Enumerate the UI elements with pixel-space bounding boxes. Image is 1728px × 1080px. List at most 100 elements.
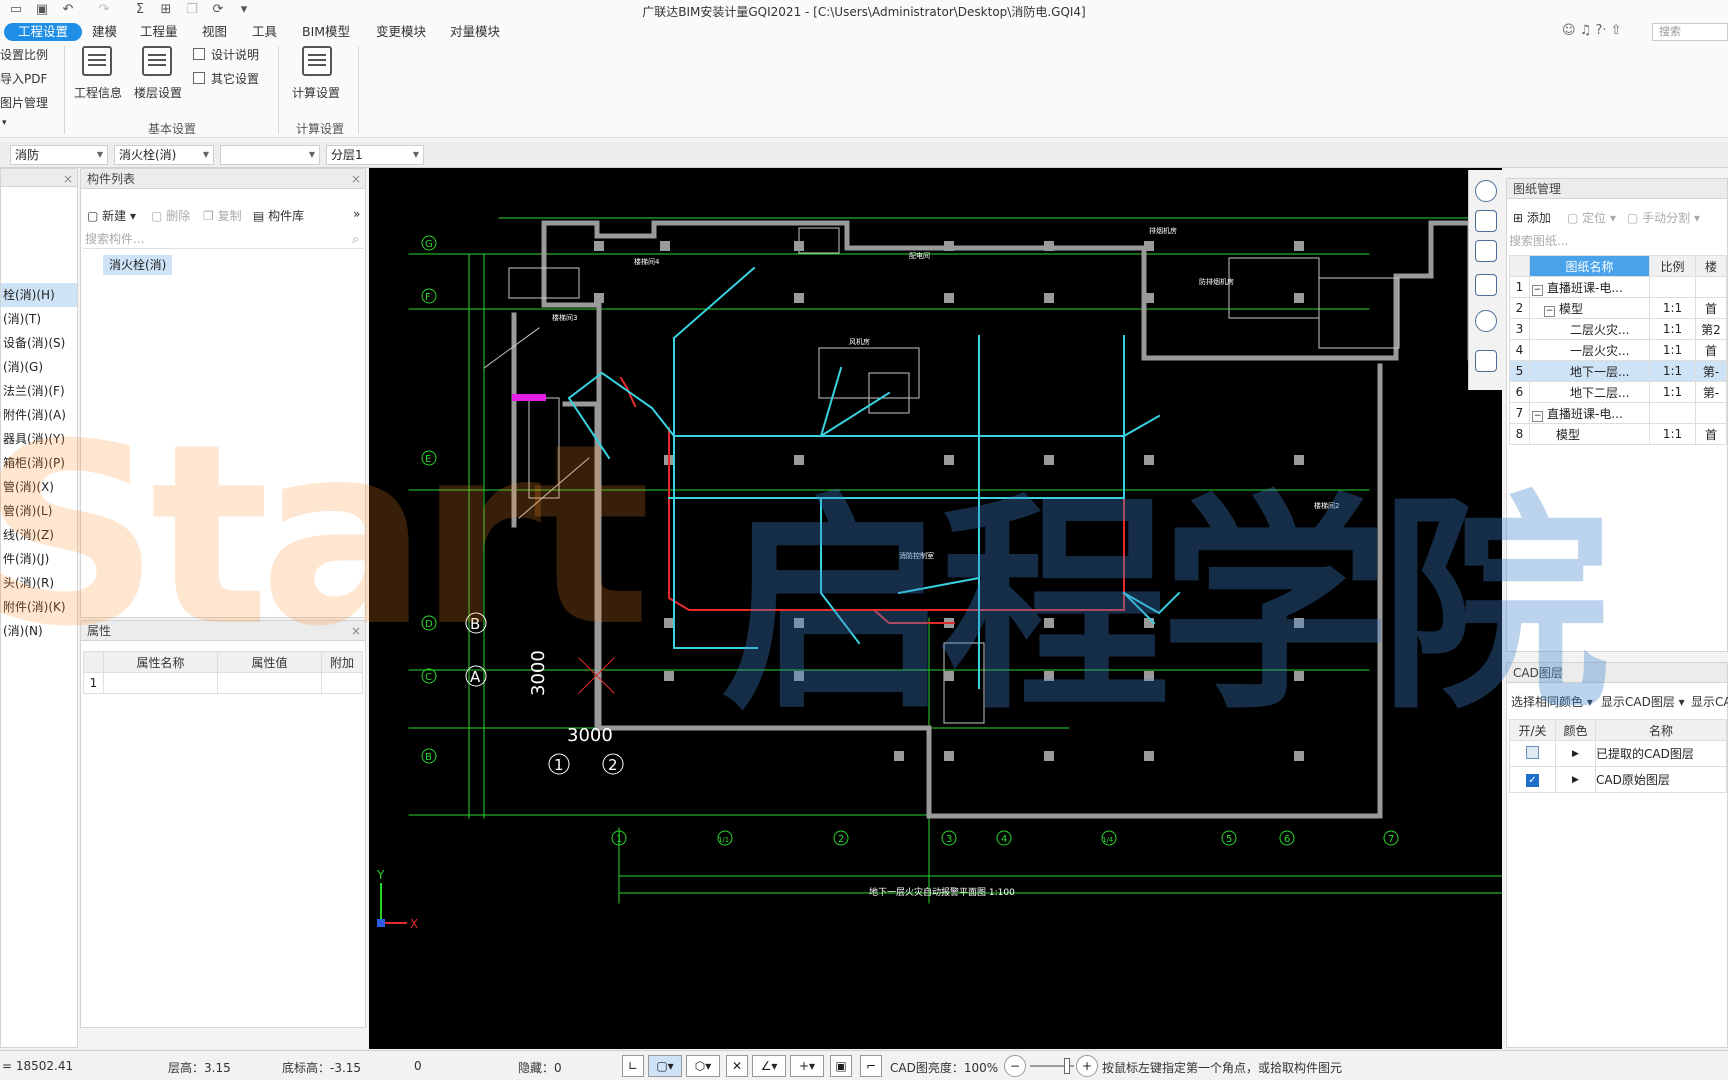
zoom-in-icon[interactable]: + [1076,1055,1098,1077]
nav-tree-item[interactable]: (消)(T) [1,307,77,331]
cross-icon[interactable]: ✕ [726,1055,748,1077]
prop-value-cell[interactable] [217,672,322,694]
nav-tree-item[interactable]: 附件(消)(K) [1,595,77,619]
layer-select[interactable]: 分层1 ▼ [326,145,424,165]
snap-icon[interactable]: +▾ [790,1055,824,1077]
drawing-row[interactable]: 1− 直播班课-电... [1509,276,1727,298]
cad-layers-panel: CAD图层 选择相同颜色 ▾ 显示CAD图层 ▾ 显示CA 开/关 颜色 名称 ▶ … [1506,662,1728,1048]
drawing-row-number: 4 [1509,339,1530,361]
set-scale-button[interactable]: 设置比例 [0,46,48,63]
new-component-button[interactable]: ▢ 新建 ▾ [87,207,136,224]
engineering-info-button[interactable]: 工程信息 [74,46,124,102]
nav-tree-item[interactable]: 器具(消)(Y) [1,427,77,451]
nav-tree-item[interactable]: (消)(N) [1,619,77,643]
drawing-row[interactable]: 7− 直播班课-电... [1509,402,1727,424]
component-item[interactable]: 消火栓(消) [103,255,173,275]
3d-view-icon[interactable] [1475,210,1497,232]
calc-settings-button[interactable]: 计算设置 [290,46,346,102]
close-icon[interactable]: × [351,169,361,189]
locate-drawing-button[interactable]: ▢ 定位 ▾ [1567,209,1616,226]
split-drawing-button[interactable]: ▢ 手动分割 ▾ [1627,209,1700,226]
room-label: 消防控制室 [899,551,934,560]
rotate-icon[interactable] [1475,310,1497,332]
orbit-icon[interactable] [1475,180,1497,202]
collapse-icon[interactable]: − [1532,284,1543,296]
expand-icon[interactable]: ▶ [1555,740,1596,767]
ortho-icon[interactable]: ∟ [622,1055,644,1077]
brightness-slider-thumb[interactable] [1064,1058,1070,1074]
display-icon[interactable]: ▣ [830,1055,852,1077]
chevron-down-icon: ▼ [96,150,103,159]
image-manage-button[interactable]: 图片管理 [0,94,48,111]
nav-tree-item[interactable]: 栓(消)(H) [1,283,77,307]
cube-view-icon[interactable] [1475,240,1497,262]
menu-quantity[interactable]: 工程量 [140,23,178,41]
nav-tree-item[interactable]: 管(消)(L) [1,499,77,523]
drawing-row[interactable]: 4 一层火灾... 1:1 首 [1509,339,1727,361]
add-drawing-button[interactable]: ⊞ 添加 [1513,209,1551,226]
collapse-icon[interactable]: − [1544,305,1555,317]
prop-name-cell[interactable] [103,672,218,694]
layer-checkbox[interactable] [1526,745,1539,759]
discipline-select[interactable]: 消防 ▼ [10,145,108,165]
menu-modeling[interactable]: 建模 [92,23,117,41]
select-same-color-button[interactable]: 选择相同颜色 ▾ [1511,693,1593,710]
delete-component-button[interactable]: ▢ 删除 [151,207,190,224]
cad-layers-title: CAD图层 [1513,666,1563,680]
drawing-row[interactable]: 8 模型 1:1 首 [1509,423,1727,445]
floor-settings-button[interactable]: 楼层设置 [134,46,184,102]
ribbon-dropdown-icon[interactable]: ▾ [2,118,7,128]
menu-change-module[interactable]: 变更模块 [376,23,426,41]
drawing-row[interactable]: 2− 模型 1:1 首 [1509,297,1727,319]
import-pdf-button[interactable]: 导入PDF [0,70,47,87]
nav-tree-item[interactable]: 管(消)(X) [1,475,77,499]
copy-component-button[interactable]: ❐ 复制 [203,207,242,224]
prop-extra-cell[interactable] [321,672,363,694]
show-cad-more-button[interactable]: 显示CA [1691,693,1728,710]
layer-view-icon[interactable] [1475,274,1497,296]
menu-bim-model[interactable]: BIM模型 [302,23,350,41]
cad-canvas[interactable]: G F E D C B 1 1/1 2 3 4 1/4 5 6 7 B A 3000 3000 1 2 地… [369,168,1503,1049]
3d-box-icon[interactable]: ⬡▾ [686,1055,720,1077]
close-icon[interactable]: × [351,621,361,641]
menu-reconcile-module[interactable]: 对量模块 [450,23,500,41]
settings-icon [193,72,205,84]
component-select[interactable]: ▼ [220,145,320,165]
layer-checkbox-checked[interactable]: ✓ [1526,774,1539,787]
polyline-icon[interactable]: ⌐ [860,1055,882,1077]
drawing-search-input[interactable]: 搜索图纸... [1509,231,1725,251]
component-library-button[interactable]: ▤ 构件库 [253,207,304,224]
nav-tree-item[interactable]: 法兰(消)(F) [1,379,77,403]
menu-tools[interactable]: 工具 [252,23,277,41]
select-box-icon[interactable]: ▢▾ [648,1055,682,1077]
nav-tree-item[interactable]: 线(消)(Z) [1,523,77,547]
user-icons[interactable]: ☺ ♫ ?· ⇧ [1562,23,1622,38]
nav-tree-item[interactable]: 设备(消)(S) [1,331,77,355]
component-search-input[interactable]: 搜索构件... ⌕ [83,229,363,249]
drawing-row[interactable]: 6 地下二层... 1:1 第- [1509,381,1727,403]
nav-tree-item[interactable]: (消)(G) [1,355,77,379]
show-cad-layers-button[interactable]: 显示CAD图层 ▾ [1601,693,1685,710]
search-icon[interactable]: ⌕ [352,229,359,249]
drawing-row[interactable]: 3 二层火灾... 1:1 第2 [1509,318,1727,340]
angle-icon[interactable]: ∠▾ [752,1055,786,1077]
menu-project-settings[interactable]: 工程设置 [4,23,83,41]
nav-tree-item[interactable]: 附件(消)(A) [1,403,77,427]
list-view-icon[interactable] [1475,350,1497,372]
nav-tree-item[interactable]: 箱柜(消)(P) [1,451,77,475]
global-search-input[interactable]: 搜索 [1652,23,1728,41]
drawing-row-number: 2 [1509,297,1530,319]
category-select[interactable]: 消火栓(消) ▼ [114,145,214,165]
drawing-row[interactable]: 5 地下一层... 1:1 第- [1509,360,1727,382]
zoom-out-icon[interactable]: − [1004,1055,1026,1077]
menu-view[interactable]: 视图 [202,23,227,41]
close-icon[interactable]: × [63,169,73,189]
structural-column [794,455,804,465]
nav-tree-item[interactable]: 头(消)(R) [1,571,77,595]
cad-drawing[interactable]: G F E D C B 1 1/1 2 3 4 1/4 5 6 7 B A 3000 3000 1 2 地… [369,168,1503,1049]
more-icon[interactable]: » [353,207,360,221]
nav-tree-item[interactable]: 件(消)(J) [1,547,77,571]
expand-icon[interactable]: ▶ [1555,766,1596,793]
title-bar: ▭ ▣ ↶ ↷ Σ ⊞ ❐ ⟳ ▾ 广联达BIM安装计量GQI2021 - [C… [0,0,1728,22]
collapse-icon[interactable]: − [1532,410,1543,422]
